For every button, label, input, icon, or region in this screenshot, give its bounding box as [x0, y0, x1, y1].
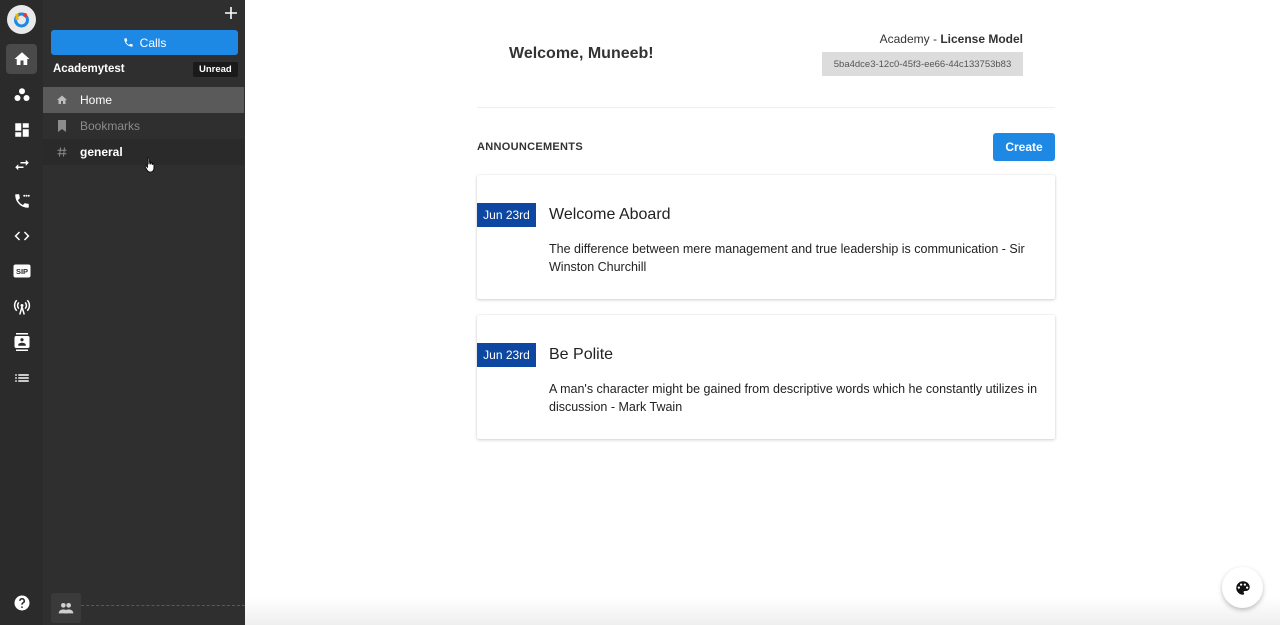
theme-palette-button[interactable]	[1222, 567, 1263, 608]
rail-code-button[interactable]	[6, 221, 37, 251]
transfer-icon	[14, 159, 29, 171]
rail-users-button[interactable]	[6, 80, 37, 110]
workspace-name[interactable]: Academytest	[53, 63, 125, 75]
app-rail: SIP	[0, 0, 43, 625]
license-id: 5ba4dce3-12c0-45f3-ee66-44c133753b83	[822, 52, 1023, 76]
announcement-title: Welcome Aboard	[549, 206, 671, 223]
users-icon	[14, 88, 29, 101]
sidebar-item-home[interactable]: Home	[43, 87, 244, 113]
welcome-heading: Welcome, Muneeb!	[509, 45, 654, 62]
rail-dashboard-button[interactable]	[6, 115, 37, 145]
create-announcement-button[interactable]: Create	[993, 133, 1055, 161]
bottom-strip	[245, 597, 1280, 625]
announcements-heading: ANNOUNCEMENTS	[477, 141, 583, 153]
list-icon	[14, 374, 29, 382]
rail-call-forward-button[interactable]	[6, 186, 37, 216]
announcement-body: The difference between mere management a…	[549, 242, 1025, 274]
rail-help-button[interactable]	[6, 588, 37, 618]
dashboard-icon	[14, 123, 29, 137]
calls-button[interactable]: Calls	[51, 30, 238, 55]
people-icon	[58, 603, 74, 614]
hand-cursor-icon	[144, 157, 155, 173]
plus-icon	[225, 7, 237, 19]
add-channel-button[interactable]	[222, 5, 240, 23]
phone-forward-icon	[14, 194, 30, 208]
code-icon	[14, 231, 29, 241]
app-logo[interactable]	[7, 5, 36, 34]
logo-icon	[14, 12, 29, 28]
rail-sip-button[interactable]: SIP	[6, 256, 37, 286]
sidebar-item-label: general	[80, 145, 123, 159]
sidebar-footer-divider	[81, 605, 245, 606]
rail-home-button[interactable]	[6, 44, 37, 74]
people-button[interactable]	[51, 593, 81, 623]
sidebar-item-label: Home	[80, 93, 113, 107]
main-content: Welcome, Muneeb! Academy - License Model…	[245, 0, 1280, 625]
license-prefix: Academy -	[879, 32, 941, 46]
header-divider	[477, 107, 1055, 108]
calls-label: Calls	[139, 35, 167, 50]
license-model: License Model	[940, 32, 1023, 46]
announcement-date: Jun 23rd	[477, 203, 536, 227]
help-icon	[14, 595, 29, 611]
home-icon	[43, 94, 80, 106]
license-info: Academy - License Model	[880, 32, 1023, 46]
rail-broadcast-button[interactable]	[6, 292, 37, 322]
sidebar-item-label: Bookmarks	[80, 119, 141, 133]
sip-icon: SIP	[13, 264, 30, 278]
antenna-icon	[13, 299, 30, 315]
home-icon	[14, 52, 29, 65]
unread-toggle[interactable]: Unread	[193, 62, 238, 77]
announcement-card[interactable]: Jun 23rd Welcome Aboard The difference b…	[477, 175, 1055, 299]
hash-icon	[43, 147, 80, 157]
bookmark-icon	[43, 120, 80, 132]
palette-icon	[1235, 580, 1250, 595]
sidebar-item-bookmarks[interactable]: Bookmarks	[43, 113, 244, 139]
announcement-title: Be Polite	[549, 346, 614, 363]
announcement-date: Jun 23rd	[477, 343, 536, 367]
announcement-body: A man's character might be gained from d…	[549, 382, 1038, 414]
contacts-icon	[14, 333, 29, 351]
rail-list-button[interactable]	[6, 363, 37, 393]
announcement-card[interactable]: Jun 23rd Be Polite A man's character mig…	[477, 315, 1055, 439]
channel-sidebar: Calls Academytest Unread Home Bookmarks …	[43, 0, 245, 625]
rail-transfer-button[interactable]	[6, 150, 37, 180]
sip-label: SIP	[15, 267, 27, 276]
phone-icon	[124, 38, 133, 47]
rail-contacts-button[interactable]	[6, 327, 37, 357]
